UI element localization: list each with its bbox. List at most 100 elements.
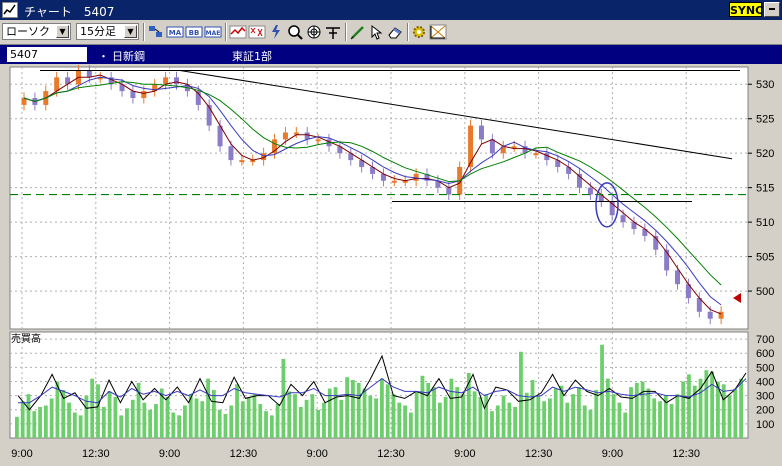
point-figure-icon [248, 25, 266, 39]
volume-bar [507, 402, 512, 438]
volume-bar [113, 397, 118, 438]
volume-bar [345, 377, 350, 438]
volume-bar [681, 381, 686, 438]
minimize-button[interactable] [764, 2, 780, 17]
stock-name: 日新鋼 [112, 50, 145, 63]
volume-bar [90, 378, 95, 438]
toolbar-divider [407, 23, 409, 41]
line-chart-button[interactable] [229, 24, 247, 40]
volume-bar [217, 409, 222, 438]
volume-bar [490, 411, 494, 438]
volume-bar [339, 399, 344, 438]
volume-bar [351, 380, 355, 438]
crosshair-icon [326, 27, 340, 39]
volume-bar [605, 378, 610, 438]
price-tick-label: 520 [756, 148, 774, 160]
ma-label: MA [169, 29, 182, 37]
mae-button[interactable]: MAE [204, 24, 222, 40]
interval-select[interactable]: 15分足 ▼ [76, 23, 139, 40]
volume-bar [588, 409, 593, 438]
volume-bar [478, 397, 483, 438]
volume-bar [72, 412, 77, 438]
volume-bar [269, 415, 274, 438]
volume-bar [687, 374, 691, 438]
chevron-down-icon[interactable]: ▼ [56, 25, 69, 38]
volume-bar [107, 391, 112, 438]
pen-button[interactable] [349, 24, 367, 40]
price-tick-label: 525 [756, 114, 774, 126]
volume-bar [229, 405, 234, 438]
volume-bar [576, 387, 581, 438]
zoom-button[interactable] [286, 24, 304, 40]
stock-code-input[interactable]: 5407 [7, 47, 87, 62]
volume-tick-label: 100 [756, 419, 774, 431]
volume-bar [130, 399, 135, 438]
volume-bar [675, 394, 680, 438]
price-tick-label: 530 [756, 79, 774, 91]
volume-bar [316, 409, 321, 438]
candle-down [675, 270, 681, 285]
crosshair-button[interactable] [324, 24, 342, 40]
chart-app-icon [2, 2, 18, 18]
zoom-icon [288, 25, 303, 40]
volume-bar [640, 381, 645, 438]
volume-bar [391, 394, 396, 438]
volume-bar [38, 406, 42, 438]
settings-button[interactable] [147, 24, 165, 40]
candle-up [468, 125, 474, 167]
volume-bar [727, 395, 732, 438]
bb-label: BB [189, 29, 200, 37]
volume-bar [374, 398, 378, 438]
volume-bar [455, 387, 460, 438]
volume-bar [397, 402, 402, 438]
volume-bar [246, 397, 251, 438]
line-chart-icon [229, 25, 247, 39]
fibonacci-button[interactable] [429, 24, 447, 40]
mae-label: MAE [206, 30, 221, 37]
chevron-down-icon[interactable]: ▼ [124, 25, 137, 38]
bb-button[interactable]: BB [185, 24, 203, 40]
search-button[interactable] [305, 24, 323, 40]
candle-down [478, 125, 484, 140]
sync-button[interactable]: SYNC [729, 2, 763, 17]
toolbar-divider [143, 23, 145, 41]
chart-type-value: ローソク [6, 25, 50, 38]
volume-bar [194, 398, 199, 438]
volume-bar [15, 416, 19, 438]
volume-bar [432, 387, 436, 438]
volume-bar [211, 389, 216, 438]
volume-bar [171, 412, 176, 438]
volume-bar [513, 406, 518, 438]
separator-dot: ・ [98, 50, 109, 63]
price-volume-chart: 9:00 12:30 9:00 12:30 9:00 12:30 9:00 12:30 9:00… [0, 64, 782, 466]
gear-button[interactable] [410, 24, 428, 40]
candle-up [141, 91, 147, 99]
chart-type-select[interactable]: ローソク ▼ [2, 23, 71, 40]
volume-bar [634, 382, 639, 438]
candle-down [86, 70, 92, 78]
volume-bar [125, 408, 129, 438]
volume-bar [536, 395, 541, 438]
volume-bar [739, 378, 743, 438]
time-tick-label: 12:30 [230, 448, 258, 460]
volume-bar [235, 384, 239, 438]
candle-down [620, 215, 626, 223]
volume-bar [287, 391, 292, 438]
bolt-icon [272, 25, 280, 39]
volume-bar [101, 406, 106, 438]
volume-bar [623, 412, 628, 438]
volume-bar [519, 351, 523, 438]
candle-down [228, 146, 234, 161]
bolt-button[interactable] [267, 24, 285, 40]
volume-bar [548, 398, 552, 438]
time-tick-label: 9:00 [454, 448, 475, 460]
cursor-button[interactable] [367, 24, 385, 40]
chart-area[interactable]: 9:00 12:30 9:00 12:30 9:00 12:30 9:00 12:30 9:00… [0, 64, 782, 466]
volume-bar [646, 388, 651, 438]
ma-button[interactable]: MA [166, 24, 184, 40]
point-figure-button[interactable] [248, 24, 266, 40]
eraser-button[interactable] [386, 24, 404, 40]
volume-bar [385, 384, 390, 438]
time-tick-label: 9:00 [602, 448, 623, 460]
volume-bar [414, 391, 419, 438]
